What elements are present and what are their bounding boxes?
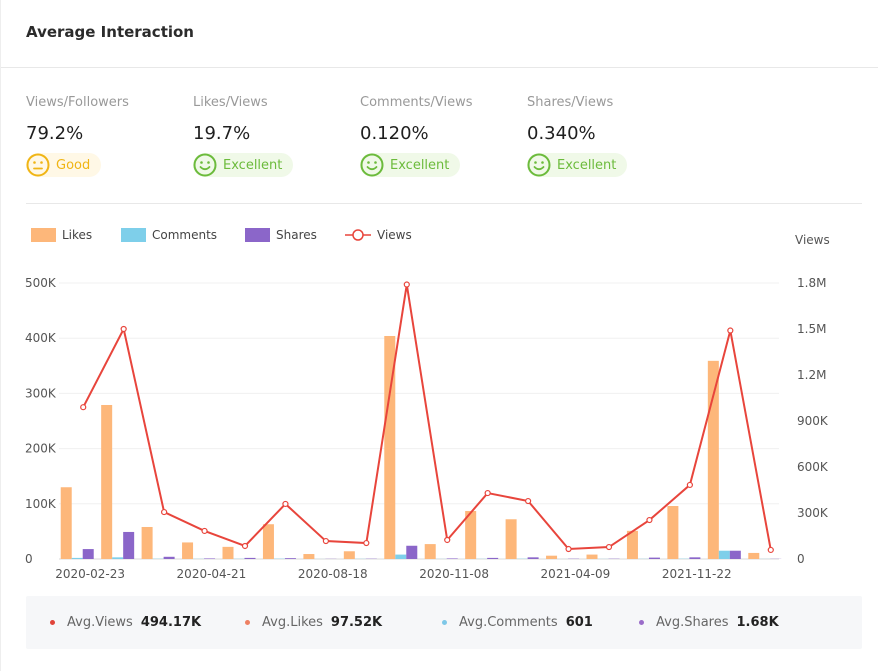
x-tick-label: 2020-11-08: [419, 567, 489, 581]
bar-likes: [303, 554, 315, 559]
y-tick-label: 300K: [25, 386, 57, 400]
stat-value: 601: [565, 615, 593, 630]
bar-likes: [343, 551, 355, 559]
views-point: [80, 404, 87, 411]
y2-tick-label: 1.5M: [797, 322, 826, 336]
stat-avg-shares: Avg.Shares 1.68K: [639, 596, 779, 649]
views-point: [282, 500, 289, 508]
bar-shares: [406, 545, 418, 559]
bar-shares: [244, 557, 256, 559]
comments-dot-icon: [442, 620, 447, 625]
bar-likes: [101, 404, 113, 559]
bar-shares: [648, 557, 660, 559]
views-point: [525, 497, 532, 505]
bar-likes: [222, 546, 234, 559]
bar-shares: [446, 558, 458, 559]
x-tick-label: 2020-02-23: [55, 567, 125, 581]
bar-shares: [527, 557, 539, 559]
bar-likes: [505, 519, 517, 559]
bar-comments: [71, 557, 83, 559]
bar-likes: [424, 544, 436, 559]
y-tick-label: 200K: [25, 442, 57, 456]
likes-dot-icon: [245, 620, 250, 625]
views-point: [322, 537, 329, 545]
views-point: [444, 536, 451, 544]
stat-avg-likes: Avg.Likes 97.52K: [245, 596, 382, 649]
bar-likes: [60, 487, 72, 559]
y2-axis-title: Views: [795, 233, 830, 247]
views-point: [403, 281, 410, 288]
stat-value: 97.52K: [330, 615, 383, 630]
views-point: [727, 327, 734, 334]
shares-dot-icon: [639, 620, 644, 625]
bar-likes: [182, 542, 194, 559]
y-tick-label: 500K: [25, 276, 57, 290]
y-tick-label: 100K: [25, 497, 57, 511]
y2-tick-label: 1.8M: [797, 276, 826, 290]
views-point: [363, 539, 370, 547]
bar-shares: [689, 557, 701, 559]
bar-shares: [163, 556, 175, 559]
y2-tick-label: 0: [797, 552, 805, 566]
stat-label: Avg.Comments: [459, 615, 558, 630]
bar-likes: [546, 555, 558, 559]
views-point: [120, 325, 127, 333]
bar-shares: [123, 531, 135, 559]
x-tick-label: 2020-08-18: [298, 567, 368, 581]
x-tick-label: 2021-11-22: [662, 567, 732, 581]
bar-comments: [718, 550, 730, 559]
views-point: [605, 543, 613, 551]
stat-avg-comments: Avg.Comments 601: [442, 596, 593, 649]
stat-value: 494.17K: [140, 615, 202, 630]
y2-tick-label: 1.2M: [797, 368, 826, 382]
bar-shares: [204, 558, 216, 559]
x-tick-label: 2021-04-09: [541, 567, 611, 581]
average-interaction-card: Average Interaction Views/Followers 79.2…: [0, 0, 878, 671]
views-point: [686, 481, 693, 489]
interaction-chart: 0 100K 200K 300K 400K 500K 0 300K 600K 900K 1.2M 1.…: [25, 233, 830, 581]
bar-likes: [748, 552, 760, 559]
y-tick-label: 400K: [25, 331, 57, 345]
views-point: [201, 527, 208, 535]
views-point: [241, 542, 249, 550]
views-point: [767, 546, 774, 554]
bar-likes: [707, 360, 719, 559]
bar-likes: [141, 526, 153, 559]
bar-shares: [729, 550, 741, 559]
stat-value: 1.68K: [736, 615, 779, 630]
bar-likes: [667, 506, 679, 559]
stat-label: Avg.Views: [67, 615, 133, 630]
stat-label: Avg.Shares: [656, 615, 729, 630]
views-point: [565, 545, 572, 553]
y2-tick-label: 600K: [797, 460, 829, 474]
views-point: [484, 489, 491, 497]
averages-footer: Avg.Views 494.17K Avg.Likes 97.52K Avg.C…: [26, 596, 862, 649]
views-point: [646, 516, 653, 524]
bar-comments: [112, 557, 124, 559]
y2-tick-label: 900K: [797, 414, 829, 428]
bar-shares: [487, 557, 499, 559]
y2-tick-label: 300K: [797, 506, 829, 520]
y-tick-label: 0: [25, 552, 33, 566]
bar-shares: [284, 558, 296, 559]
bar-shares: [82, 549, 94, 559]
bar-likes: [586, 554, 598, 559]
x-tick-label: 2020-04-21: [177, 567, 247, 581]
stat-avg-views: Avg.Views 494.17K: [50, 596, 201, 649]
views-point: [161, 508, 168, 516]
bar-likes: [262, 524, 274, 559]
views-dot-icon: [50, 620, 55, 625]
bar-comments: [395, 554, 407, 559]
stat-label: Avg.Likes: [262, 615, 323, 630]
